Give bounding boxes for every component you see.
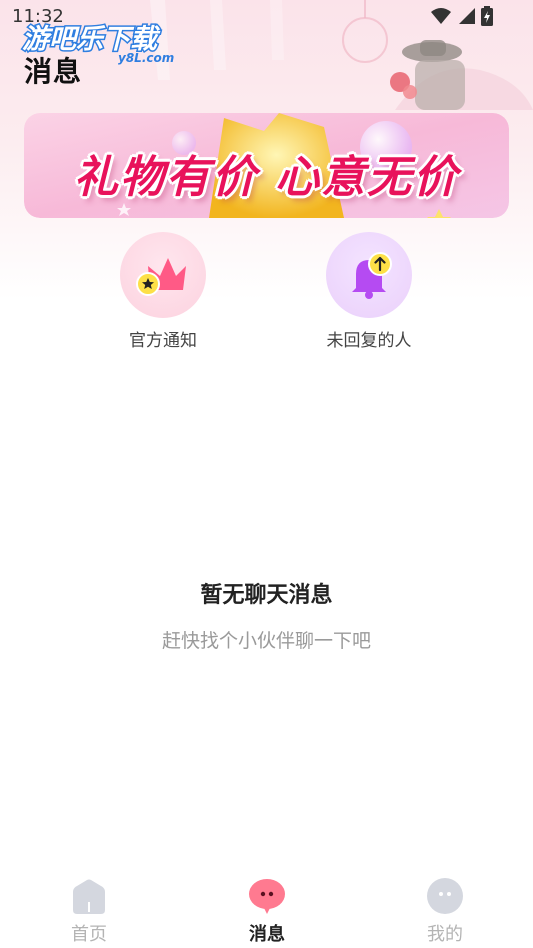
official-notice-icon-circle [120,232,206,318]
home-icon [69,876,109,916]
bottom-tab-bar: 首页 消息 我的 [0,868,533,948]
cell-signal-icon [459,8,475,24]
watermark-subtitle: y8L.com [118,51,174,65]
bell-icon [352,252,392,299]
tab-profile[interactable]: 我的 [390,876,500,946]
unreplied-people-entry[interactable]: 未回复的人 [304,232,434,351]
tab-messages-label: 消息 [249,924,285,945]
profile-face-icon [425,876,465,916]
official-notice-label: 官方通知 [129,331,197,351]
empty-state-title: 暂无聊天消息 [200,583,333,608]
unreplied-icon-circle [326,232,412,318]
crown-icon [136,258,186,296]
page-title: 消息 [24,55,83,88]
empty-state-subtitle: 赶快找个小伙伴聊一下吧 [161,630,371,652]
status-icons [431,6,493,26]
wifi-icon [431,8,451,24]
promo-banner[interactable]: 礼物有价 心意无价 [24,113,509,218]
tab-home-label: 首页 [71,924,107,945]
battery-icon [481,6,493,26]
tab-home[interactable]: 首页 [34,876,144,946]
banner-slogan: 礼物有价 心意无价 [73,152,460,203]
tab-messages[interactable]: 消息 [212,876,322,946]
official-notice-entry[interactable]: 官方通知 [98,232,228,351]
tab-profile-label: 我的 [427,924,463,945]
chat-bubble-icon [247,876,287,916]
unreplied-people-label: 未回复的人 [326,331,412,351]
